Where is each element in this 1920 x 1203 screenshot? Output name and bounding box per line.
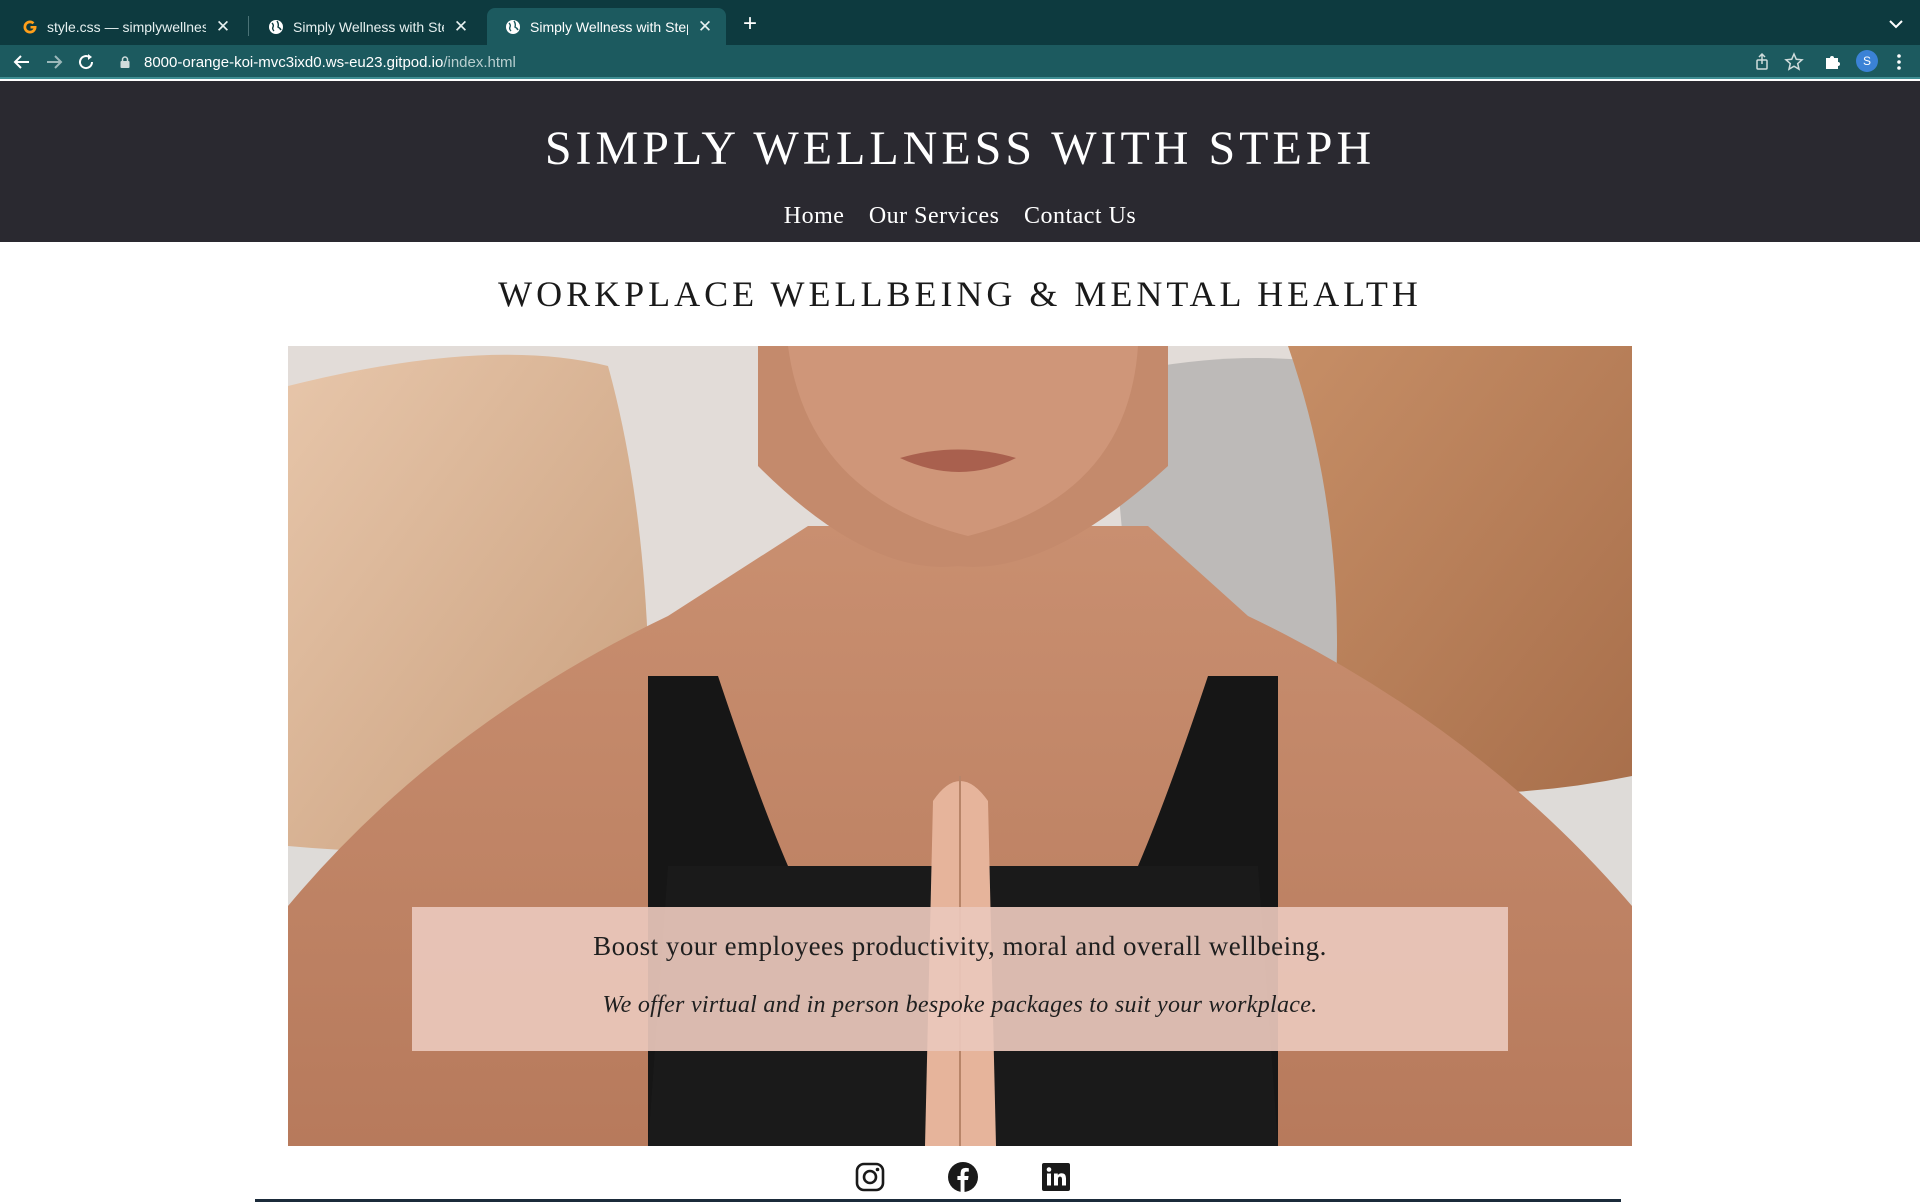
back-arrow-icon[interactable] xyxy=(10,50,34,74)
tab-title: style.css — simplywellness — ( xyxy=(47,18,206,35)
site-title[interactable]: SIMPLY WELLNESS WITH STEPH xyxy=(0,121,1920,176)
globe-icon xyxy=(506,19,520,34)
facebook-icon[interactable] xyxy=(947,1161,979,1193)
linkedin-icon[interactable] xyxy=(1040,1161,1072,1193)
lock-icon xyxy=(120,56,130,68)
instagram-icon[interactable] xyxy=(854,1161,886,1193)
kebab-menu-icon[interactable] xyxy=(1888,51,1910,73)
close-icon[interactable]: ✕ xyxy=(452,17,470,37)
globe-icon xyxy=(269,19,283,34)
nav-link-services[interactable]: Our Services xyxy=(869,203,1000,229)
footer-divider xyxy=(255,1199,1621,1202)
browser-toolbar: 8000-orange-koi-mvc3ixd0.ws-eu23.gitpod.… xyxy=(0,45,1920,79)
close-icon[interactable]: ✕ xyxy=(214,17,232,37)
tab-simply-wellness-1[interactable]: Simply Wellness with Steph ✕ xyxy=(250,8,482,45)
profile-avatar[interactable]: S xyxy=(1856,50,1878,72)
hero-message-box: Boost your employees productivity, moral… xyxy=(412,907,1508,1051)
tab-title: Simply Wellness with Steph xyxy=(293,18,444,35)
nav-link-contact[interactable]: Contact Us xyxy=(1024,203,1136,229)
tab-divider xyxy=(248,16,249,36)
url-path: /index.html xyxy=(443,53,516,71)
page-heading: WORKPLACE WELLBEING & MENTAL HEALTH xyxy=(498,274,1422,314)
gitpod-icon xyxy=(23,20,37,33)
reload-icon[interactable] xyxy=(74,50,98,74)
bookmark-star-icon[interactable] xyxy=(1783,51,1805,73)
forward-arrow-icon[interactable] xyxy=(42,50,66,74)
url-host: 8000-orange-koi-mvc3ixd0.ws-eu23.gitpod.… xyxy=(144,53,444,71)
share-icon[interactable] xyxy=(1751,51,1773,73)
hero-tagline: Boost your employees productivity, moral… xyxy=(593,931,1327,961)
hero-subtagline: We offer virtual and in person bespoke p… xyxy=(602,992,1318,1018)
nav-link-home[interactable]: Home xyxy=(784,203,845,229)
site-header: SIMPLY WELLNESS WITH STEPH Home Our Serv… xyxy=(0,81,1920,242)
tab-title: Simply Wellness with Steph xyxy=(530,18,688,35)
address-bar[interactable]: 8000-orange-koi-mvc3ixd0.ws-eu23.gitpod.… xyxy=(108,47,1808,77)
new-tab-plus-icon[interactable]: + xyxy=(736,10,764,38)
hero-section: Boost your employees productivity, moral… xyxy=(288,346,1632,1146)
main-nav: Home Our Services Contact Us xyxy=(0,203,1920,230)
chevron-down-icon[interactable] xyxy=(1884,12,1908,36)
extensions-puzzle-icon[interactable] xyxy=(1822,51,1844,73)
browser-tab-strip: style.css — simplywellness — ( ✕ Simply … xyxy=(0,0,1920,45)
tab-style-css[interactable]: style.css — simplywellness — ( ✕ xyxy=(4,8,244,45)
tab-simply-wellness-active[interactable]: Simply Wellness with Steph ✕ xyxy=(487,8,726,45)
close-icon[interactable]: ✕ xyxy=(696,17,714,37)
